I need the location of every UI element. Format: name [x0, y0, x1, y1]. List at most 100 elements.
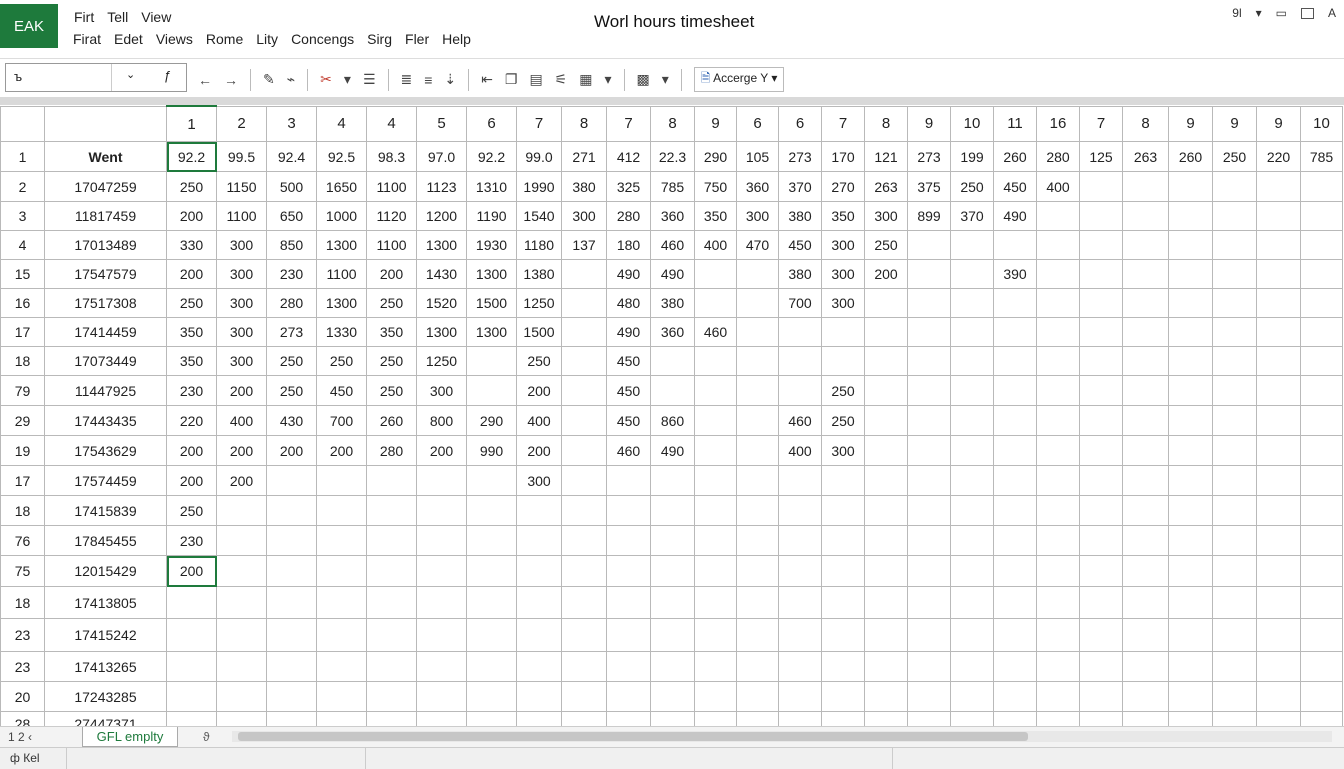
grid-cell[interactable] — [907, 375, 951, 406]
grid-cell[interactable]: 200 — [166, 555, 217, 587]
grid-cell[interactable] — [993, 555, 1037, 587]
grid-cell[interactable]: 200 — [166, 259, 217, 289]
grid-cell[interactable]: 260 — [1168, 141, 1213, 172]
grid-cell[interactable]: 490 — [650, 259, 695, 289]
grid-cell[interactable] — [778, 586, 822, 619]
grid-cell[interactable] — [650, 375, 695, 406]
grid-cell[interactable] — [993, 288, 1037, 318]
grid-cell[interactable]: 300 — [821, 259, 865, 289]
grid-cell[interactable]: 290 — [694, 141, 737, 172]
grid-cell[interactable]: 250 — [166, 171, 217, 202]
grid-cell[interactable] — [1122, 525, 1169, 556]
align-center-icon[interactable]: ≡ — [424, 72, 432, 88]
grid-cell[interactable] — [366, 495, 417, 526]
employee-id-cell[interactable]: 17547579 — [44, 259, 167, 289]
format-dropdown[interactable]: 🗎 Accerge Y ▾ — [693, 67, 785, 92]
grid-cell[interactable] — [606, 495, 651, 526]
column-header[interactable]: 5 — [416, 105, 467, 142]
grid-cell[interactable] — [821, 681, 865, 712]
grid-cell[interactable] — [561, 495, 607, 526]
grid-cell[interactable] — [466, 681, 517, 712]
row-header[interactable]: 23 — [0, 618, 45, 652]
sort-icon[interactable]: ⇣ — [444, 71, 456, 88]
grid-cell[interactable] — [778, 618, 822, 652]
grid-cell[interactable]: 250 — [166, 288, 217, 318]
grid-cell[interactable]: 460 — [694, 317, 737, 347]
grid-cell[interactable] — [166, 681, 217, 712]
grid-cell[interactable] — [993, 435, 1037, 466]
grid-cell[interactable] — [466, 465, 517, 496]
grid-cell[interactable] — [266, 586, 317, 619]
grid-cell[interactable] — [1256, 317, 1301, 347]
grid-cell[interactable]: 350 — [821, 201, 865, 231]
grid-cell[interactable] — [1300, 259, 1343, 289]
grid-cell[interactable] — [907, 465, 951, 496]
undo-icon[interactable]: ← — [198, 72, 212, 88]
grid-cell[interactable] — [736, 405, 779, 436]
select-all-corner[interactable] — [0, 105, 45, 142]
grid-cell[interactable] — [1079, 651, 1123, 682]
grid-cell[interactable]: 22.3 — [650, 141, 695, 172]
grid-cell[interactable]: 300 — [736, 201, 779, 231]
grid-cell[interactable]: 1300 — [316, 288, 367, 318]
column-header[interactable]: 3 — [266, 105, 317, 142]
grid-cell[interactable] — [1036, 346, 1080, 376]
grid-cell[interactable] — [1256, 201, 1301, 231]
grid-cell[interactable] — [1079, 230, 1123, 260]
grid-cell[interactable]: 370 — [950, 201, 994, 231]
grid-cell[interactable] — [1212, 230, 1257, 260]
grid-cell[interactable]: 1250 — [516, 288, 562, 318]
name-box-value[interactable]: ъ — [14, 69, 22, 84]
grid-cell[interactable]: 1300 — [416, 317, 467, 347]
grid-cell[interactable]: 300 — [821, 230, 865, 260]
grid-cell[interactable] — [1168, 346, 1213, 376]
employee-id-cell[interactable]: Went — [44, 141, 167, 172]
grid-cell[interactable] — [694, 525, 737, 556]
grid-cell[interactable] — [606, 681, 651, 712]
menu-item-views[interactable]: Views — [156, 31, 193, 47]
grid-cell[interactable] — [1079, 465, 1123, 496]
grid-cell[interactable] — [694, 346, 737, 376]
grid-cell[interactable]: 230 — [166, 525, 217, 556]
grid-cell[interactable] — [993, 681, 1037, 712]
grid-cell[interactable]: 700 — [316, 405, 367, 436]
grid-cell[interactable] — [1256, 586, 1301, 619]
grid-cell[interactable] — [1036, 201, 1080, 231]
grid-cell[interactable]: 200 — [416, 435, 467, 466]
grid-cell[interactable] — [907, 435, 951, 466]
grid-cell[interactable] — [416, 465, 467, 496]
grid-cell[interactable] — [864, 465, 908, 496]
grid-cell[interactable] — [1168, 171, 1213, 202]
employee-id-cell[interactable]: 17414459 — [44, 317, 167, 347]
grid-cell[interactable] — [561, 375, 607, 406]
grid-cell[interactable]: 1300 — [316, 230, 367, 260]
scrollbar-thumb[interactable] — [238, 732, 1028, 741]
grid-cell[interactable] — [650, 495, 695, 526]
grid-cell[interactable] — [907, 317, 951, 347]
grid-cell[interactable] — [694, 259, 737, 289]
grid-cell[interactable]: 273 — [778, 141, 822, 172]
grid-cell[interactable] — [907, 618, 951, 652]
grid-cell[interactable] — [266, 525, 317, 556]
grid-cell[interactable] — [1256, 405, 1301, 436]
grid-cell[interactable] — [864, 435, 908, 466]
grid-cell[interactable]: 490 — [606, 259, 651, 289]
grid-cell[interactable] — [166, 618, 217, 652]
grid-cell[interactable] — [907, 525, 951, 556]
sheet-nav[interactable]: 1 2 ‹ — [8, 730, 32, 744]
employee-id-cell[interactable]: 12015429 — [44, 555, 167, 587]
grid-cell[interactable]: 92.2 — [166, 141, 217, 172]
grid-cell[interactable]: 1500 — [466, 288, 517, 318]
grid-cell[interactable]: 250 — [366, 346, 417, 376]
grid-cell[interactable]: 1100 — [366, 171, 417, 202]
grid-cell[interactable]: 450 — [993, 171, 1037, 202]
grid-cell[interactable] — [516, 651, 562, 682]
grid-cell[interactable] — [864, 405, 908, 436]
grid-cell[interactable] — [694, 405, 737, 436]
name-box[interactable]: ъ ⌄ ƒ — [5, 63, 187, 92]
column-header[interactable]: 10 — [1300, 105, 1343, 142]
grid-cell[interactable]: 250 — [266, 346, 317, 376]
grid-cell[interactable] — [1036, 586, 1080, 619]
row-header[interactable]: 4 — [0, 230, 45, 260]
column-header[interactable]: 9 — [1168, 105, 1213, 142]
